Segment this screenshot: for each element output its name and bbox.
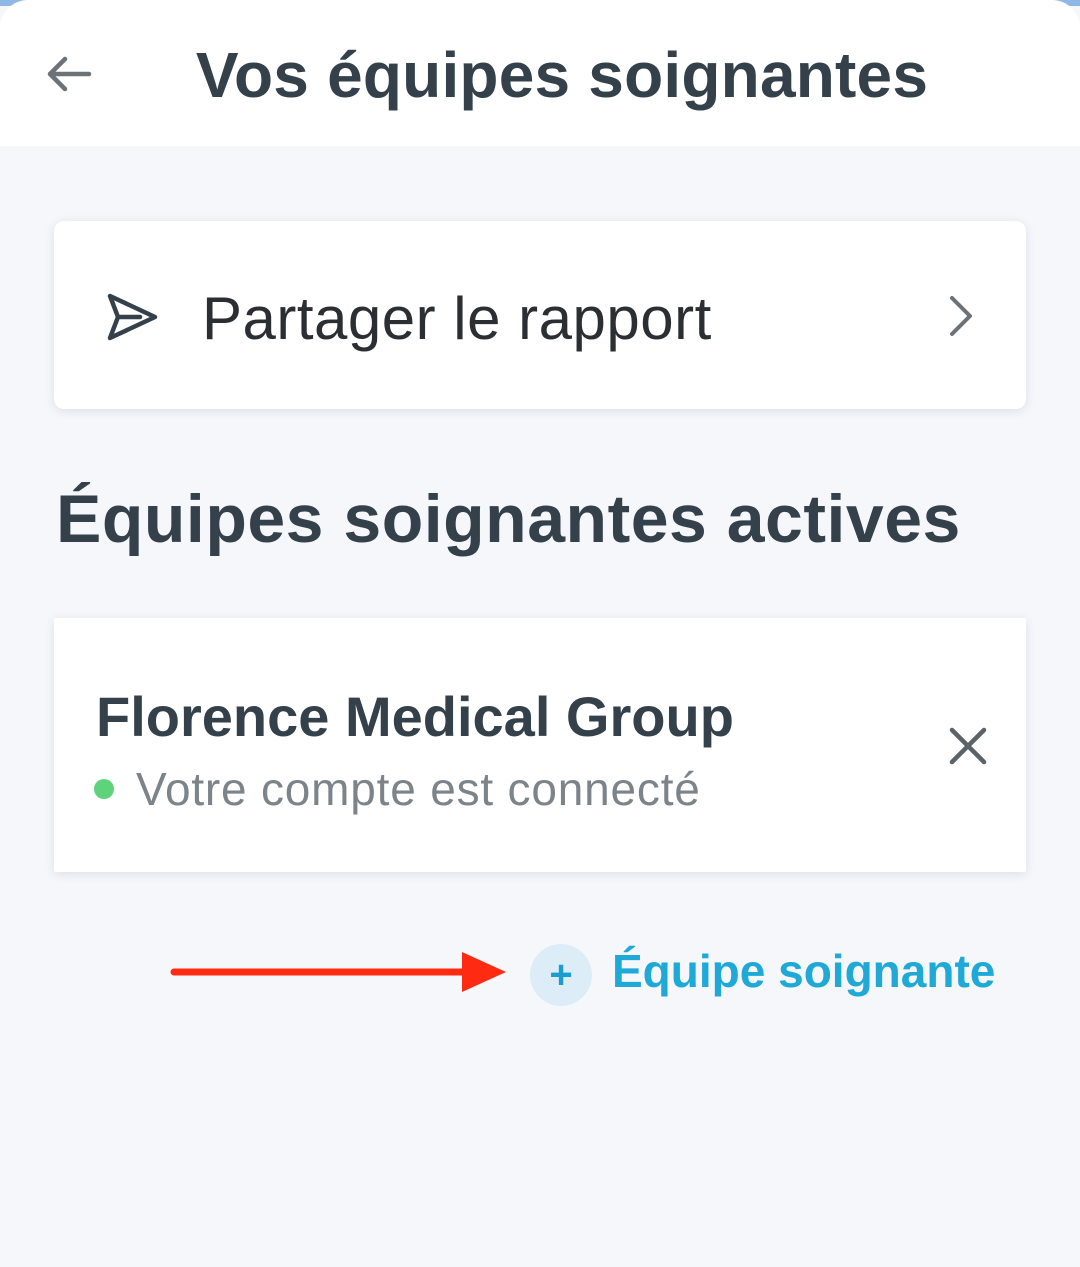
close-icon [949, 727, 987, 765]
share-report-label: Partager le rapport [202, 285, 712, 352]
active-teams-title: Équipes soignantes actives [56, 481, 961, 557]
app-header: Vos équipes soignantes [0, 0, 1080, 146]
connected-status-dot [94, 779, 114, 799]
plus-icon: + [530, 944, 592, 1006]
red-arrow-icon [170, 952, 506, 992]
page-title: Vos équipes soignantes [195, 39, 929, 111]
team-name: Florence Medical Group [96, 685, 734, 748]
remove-team-button[interactable] [940, 718, 996, 774]
send-icon [107, 293, 158, 341]
add-care-team-label: Équipe soignante [612, 945, 996, 997]
team-status-text: Votre compte est connecté [136, 763, 701, 815]
chevron-right-icon [950, 296, 972, 336]
add-care-team-button[interactable]: + Équipe soignante [530, 942, 1000, 1006]
